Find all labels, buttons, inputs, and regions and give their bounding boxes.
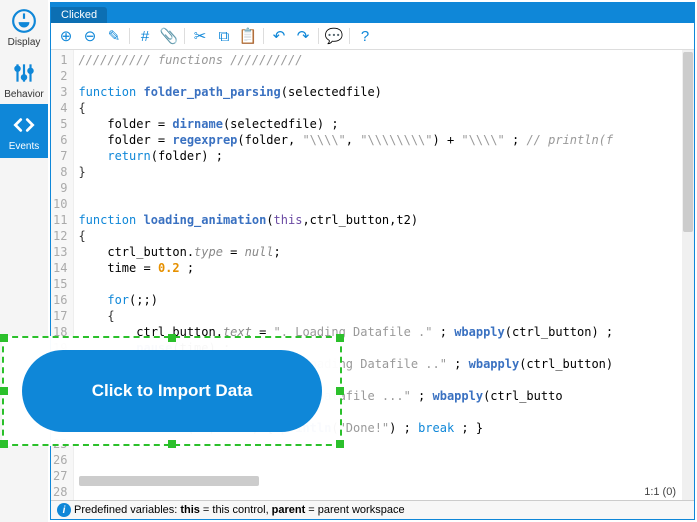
link-attach-icon[interactable]: 📎 [160,27,178,45]
line-number: 9 [53,180,67,196]
line-number: 6 [53,132,67,148]
code-line[interactable]: { [78,308,690,324]
sidebar-item-label: Behavior [4,89,43,100]
status-parent-label: parent [272,504,306,516]
resize-handle-br[interactable] [336,440,344,448]
line-number: 14 [53,260,67,276]
sidebar-item-display[interactable]: Display [0,0,48,52]
code-line[interactable] [78,452,690,468]
code-line[interactable] [78,68,690,84]
code-line[interactable]: for(;;) [78,292,690,308]
code-line[interactable]: ////////// functions ////////// [78,52,690,68]
sliders-icon [9,58,39,88]
status-parent-desc: = parent workspace [308,504,404,516]
editor-toolbar: ⊕ ⊖ ✎ # 📎 ✂ ⧉ 📋 ↶ ↷ 💬? [51,23,694,50]
code-line[interactable]: folder = dirname(selectedfile) ; [78,116,690,132]
hash-icon[interactable]: # [136,27,154,45]
comment-bubble-icon[interactable]: 💬 [325,27,343,45]
line-number: 11 [53,212,67,228]
tab-clicked[interactable]: Clicked [51,7,107,23]
code-line[interactable]: return(folder) ; [78,148,690,164]
undo-icon[interactable]: ↶ [270,27,288,45]
help-icon[interactable]: ? [356,27,374,45]
line-number: 26 [53,452,67,468]
status-prefix: Predefined variables: [74,504,177,516]
line-number: 5 [53,116,67,132]
line-number: 7 [53,148,67,164]
resize-handle-bm[interactable] [168,440,176,448]
status-bar: i Predefined variables: this = this cont… [51,500,694,519]
vertical-scrollbar[interactable] [682,50,694,500]
code-line[interactable]: } [78,164,690,180]
toolbar-separator [129,28,130,44]
sidebar-item-behavior[interactable]: Behavior [0,52,48,104]
code-line[interactable]: time = 0.2 ; [78,260,690,276]
status-this-desc: = this control, [203,504,269,516]
resize-handle-ml[interactable] [0,387,8,395]
code-line[interactable]: { [78,228,690,244]
code-line[interactable]: function folder_path_parsing(selectedfil… [78,84,690,100]
line-number: 13 [53,244,67,260]
code-brackets-icon [9,110,39,140]
status-this-label: this [180,504,200,516]
code-line[interactable] [78,196,690,212]
code-line[interactable]: ctrl_button.type = null; [78,244,690,260]
info-icon: i [57,503,71,517]
line-number: 28 [53,484,67,500]
copy-icon[interactable]: ⧉ [215,27,233,45]
zoom-in-icon[interactable]: ⊕ [57,27,75,45]
sidebar-item-label: Display [8,37,41,48]
toolbar-separator [318,28,319,44]
resize-handle-bl[interactable] [0,440,8,448]
line-number: 8 [53,164,67,180]
selection-overlay[interactable]: Click to Import Data [2,336,342,446]
code-line[interactable] [78,484,690,500]
sidebar-item-label: Events [9,141,40,152]
line-number: 27 [53,468,67,484]
tab-bar: Clicked [51,3,694,23]
resize-handle-tm[interactable] [168,334,176,342]
paint-bucket-icon [9,6,39,36]
cut-icon[interactable]: ✂ [191,27,209,45]
toolbar-separator [184,28,185,44]
line-number: 2 [53,68,67,84]
sidebar-item-events[interactable]: Events [0,104,48,158]
code-line[interactable]: folder = regexprep(folder, "\\\\", "\\\\… [78,132,690,148]
code-line[interactable] [78,276,690,292]
horizontal-scrollbar-thumb[interactable] [79,476,259,486]
import-data-button[interactable]: Click to Import Data [22,350,322,432]
scrollbar-thumb[interactable] [683,52,693,232]
line-number: 10 [53,196,67,212]
cursor-position: 1:1 (0) [644,486,676,498]
toolbar-separator [263,28,264,44]
zoom-out-icon[interactable]: ⊖ [81,27,99,45]
line-number: 16 [53,292,67,308]
code-line[interactable]: function loading_animation(this,ctrl_but… [78,212,690,228]
line-number: 1 [53,52,67,68]
code-line[interactable]: { [78,100,690,116]
line-number: 4 [53,100,67,116]
line-number: 12 [53,228,67,244]
line-number: 3 [53,84,67,100]
line-number: 17 [53,308,67,324]
resize-handle-tl[interactable] [0,334,8,342]
paste-icon[interactable]: 📋 [239,27,257,45]
resize-handle-tr[interactable] [336,334,344,342]
code-line[interactable] [78,180,690,196]
resize-handle-mr[interactable] [336,387,344,395]
edit-pencil-icon[interactable]: ✎ [105,27,123,45]
redo-icon[interactable]: ↷ [294,27,312,45]
toolbar-separator [349,28,350,44]
line-number: 15 [53,276,67,292]
